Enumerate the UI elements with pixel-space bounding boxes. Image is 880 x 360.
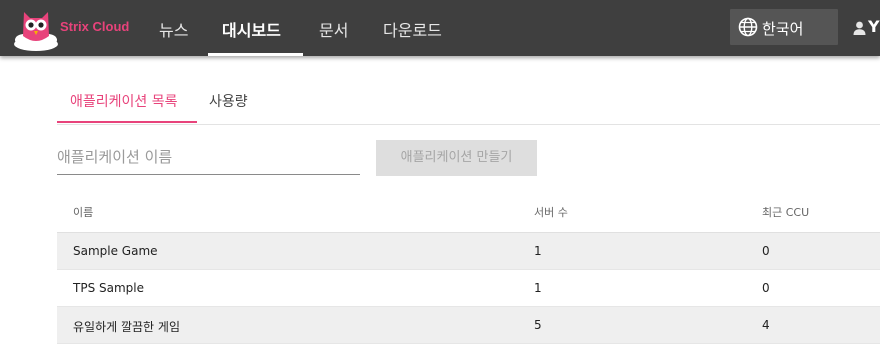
nav-item-docs[interactable]: 문서: [319, 17, 348, 41]
top-navigation-bar: Strix Cloud 뉴스 대시보드 문서 다운로드 한국어 Y: [0, 0, 880, 56]
server-count: 5: [534, 318, 542, 332]
recent-ccu: 0: [762, 281, 770, 295]
create-application-button[interactable]: 애플리케이션 만들기: [376, 140, 537, 176]
application-name-input[interactable]: [57, 140, 360, 175]
language-selector[interactable]: 한국어: [730, 9, 838, 45]
app-name[interactable]: Sample Game: [73, 244, 158, 258]
user-name[interactable]: Y: [868, 17, 880, 36]
user-icon[interactable]: [853, 21, 866, 35]
tab-application-list[interactable]: 애플리케이션 목록: [70, 91, 178, 111]
column-header-recent-ccu: 최근 CCU: [762, 206, 810, 219]
nav-active-indicator: [208, 53, 303, 56]
language-label: 한국어: [762, 20, 804, 38]
nav-item-news[interactable]: 뉴스: [159, 17, 188, 41]
column-header-servers: 서버 수: [534, 206, 568, 219]
app-name[interactable]: 유일하게 깔끔한 게임: [73, 318, 180, 335]
tab-usage[interactable]: 사용량: [209, 91, 248, 111]
owl-logo-icon[interactable]: [12, 6, 60, 52]
globe-icon: [738, 17, 758, 37]
server-count: 1: [534, 281, 542, 295]
recent-ccu: 4: [762, 318, 770, 332]
table-header: 이름 서버 수 최근 CCU: [57, 190, 880, 233]
table-row[interactable]: TPS Sample 1 0: [57, 270, 880, 307]
nav-item-download[interactable]: 다운로드: [383, 17, 442, 41]
table-row[interactable]: 유일하게 깔끔한 게임 5 4: [57, 307, 880, 344]
tab-bar: 애플리케이션 목록 사용량: [57, 80, 880, 125]
table-row[interactable]: Sample Game 1 0: [57, 233, 880, 270]
app-name[interactable]: TPS Sample: [73, 281, 144, 295]
server-count: 1: [534, 244, 542, 258]
tab-active-indicator: [57, 121, 197, 123]
applications-table: 이름 서버 수 최근 CCU Sample Game 1 0 TPS Sampl…: [57, 190, 880, 344]
recent-ccu: 0: [762, 244, 770, 258]
nav-item-dashboard[interactable]: 대시보드: [222, 17, 281, 41]
brand-name[interactable]: Strix Cloud: [60, 19, 129, 34]
column-header-name: 이름: [73, 206, 94, 219]
